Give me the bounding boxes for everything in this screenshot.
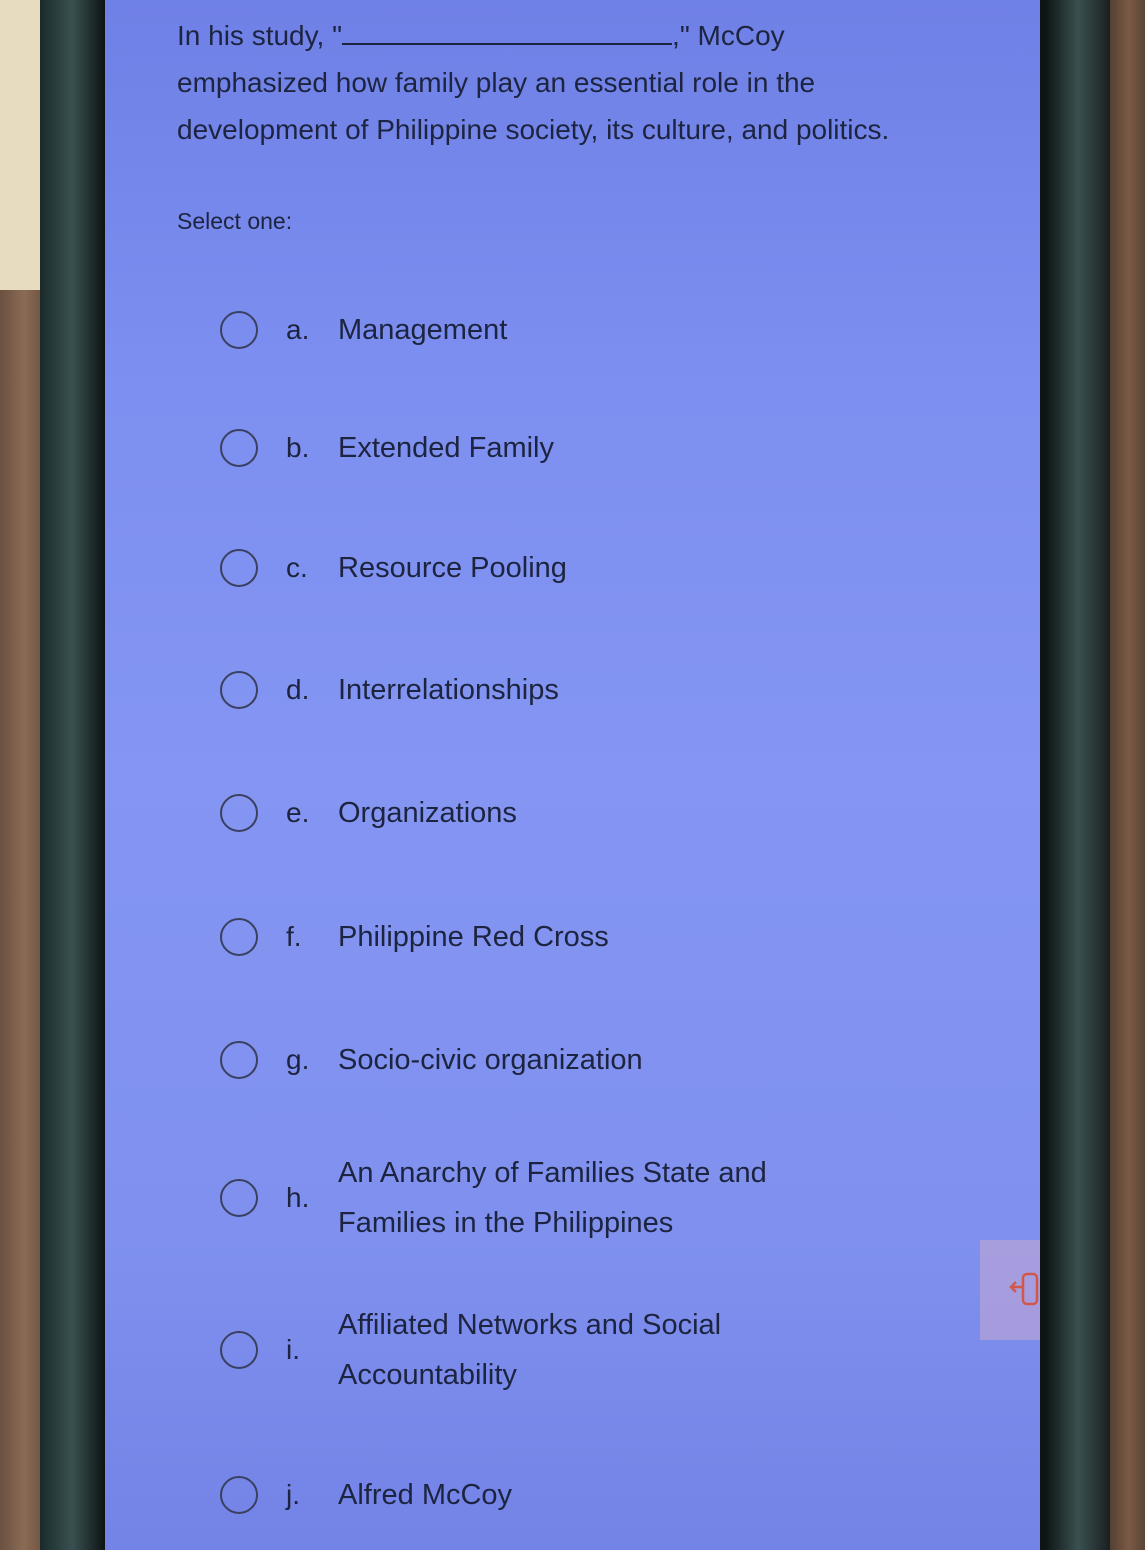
option-label: Alfred McCoy <box>338 1479 513 1511</box>
radio-button[interactable] <box>220 794 258 832</box>
option-letter: e. <box>286 797 310 828</box>
option-a[interactable]: a. Management <box>220 305 858 355</box>
option-label: Extended Family <box>338 432 554 464</box>
option-c[interactable]: c. Resource Pooling <box>220 543 858 593</box>
option-g[interactable]: g. Socio-civic organization <box>220 1035 858 1085</box>
radio-button[interactable] <box>220 918 258 956</box>
option-letter: b. <box>286 432 310 463</box>
option-f[interactable]: f. Philippine Red Cross <box>220 912 858 962</box>
question-text: In his study, " ," McCoy emphasized how f… <box>177 12 937 153</box>
radio-button[interactable] <box>220 1331 258 1369</box>
option-label: Management <box>338 314 508 346</box>
option-letter: c. <box>286 552 308 583</box>
radio-button[interactable] <box>220 671 258 709</box>
option-label: Organizations <box>338 797 517 829</box>
select-one-label: Select one: <box>177 208 293 234</box>
option-letter: f. <box>286 921 302 952</box>
radio-button[interactable] <box>220 429 258 467</box>
option-label: An Anarchy of Families State and Familie… <box>338 1157 767 1239</box>
option-i[interactable]: i. Affiliated Networks and Social Accoun… <box>220 1300 858 1400</box>
answer-blank <box>342 13 673 45</box>
option-letter: i. <box>286 1334 300 1365</box>
option-j[interactable]: j. Alfred McCoy <box>220 1470 858 1520</box>
option-letter: a. <box>286 314 310 345</box>
radio-button[interactable] <box>220 1179 258 1217</box>
option-label: Philippine Red Cross <box>338 921 609 953</box>
quiz-screen: In his study, " ," McCoy emphasized how f… <box>105 0 1040 1550</box>
floating-exit-button[interactable] <box>980 1240 1040 1340</box>
option-letter: h. <box>286 1182 310 1213</box>
option-label: Interrelationships <box>338 674 559 706</box>
background-table-right <box>1105 0 1145 1550</box>
option-letter: j. <box>286 1479 300 1510</box>
option-letter: d. <box>286 674 310 705</box>
question-prefix: In his study, " <box>177 20 343 51</box>
option-b[interactable]: b. Extended Family <box>220 423 858 473</box>
option-letter: g. <box>286 1044 310 1075</box>
radio-button[interactable] <box>220 549 258 587</box>
option-label: Resource Pooling <box>338 552 567 584</box>
exit-icon <box>1009 1272 1039 1306</box>
option-e[interactable]: e. Organizations <box>220 788 858 838</box>
option-label: Socio-civic organization <box>338 1044 643 1076</box>
option-d[interactable]: d. Interrelationships <box>220 665 858 715</box>
option-h[interactable]: h. An Anarchy of Families State and Fami… <box>220 1148 858 1248</box>
radio-button[interactable] <box>220 311 258 349</box>
radio-button[interactable] <box>220 1041 258 1079</box>
radio-button[interactable] <box>220 1476 258 1514</box>
option-label: Affiliated Networks and Social Accountab… <box>338 1309 722 1391</box>
